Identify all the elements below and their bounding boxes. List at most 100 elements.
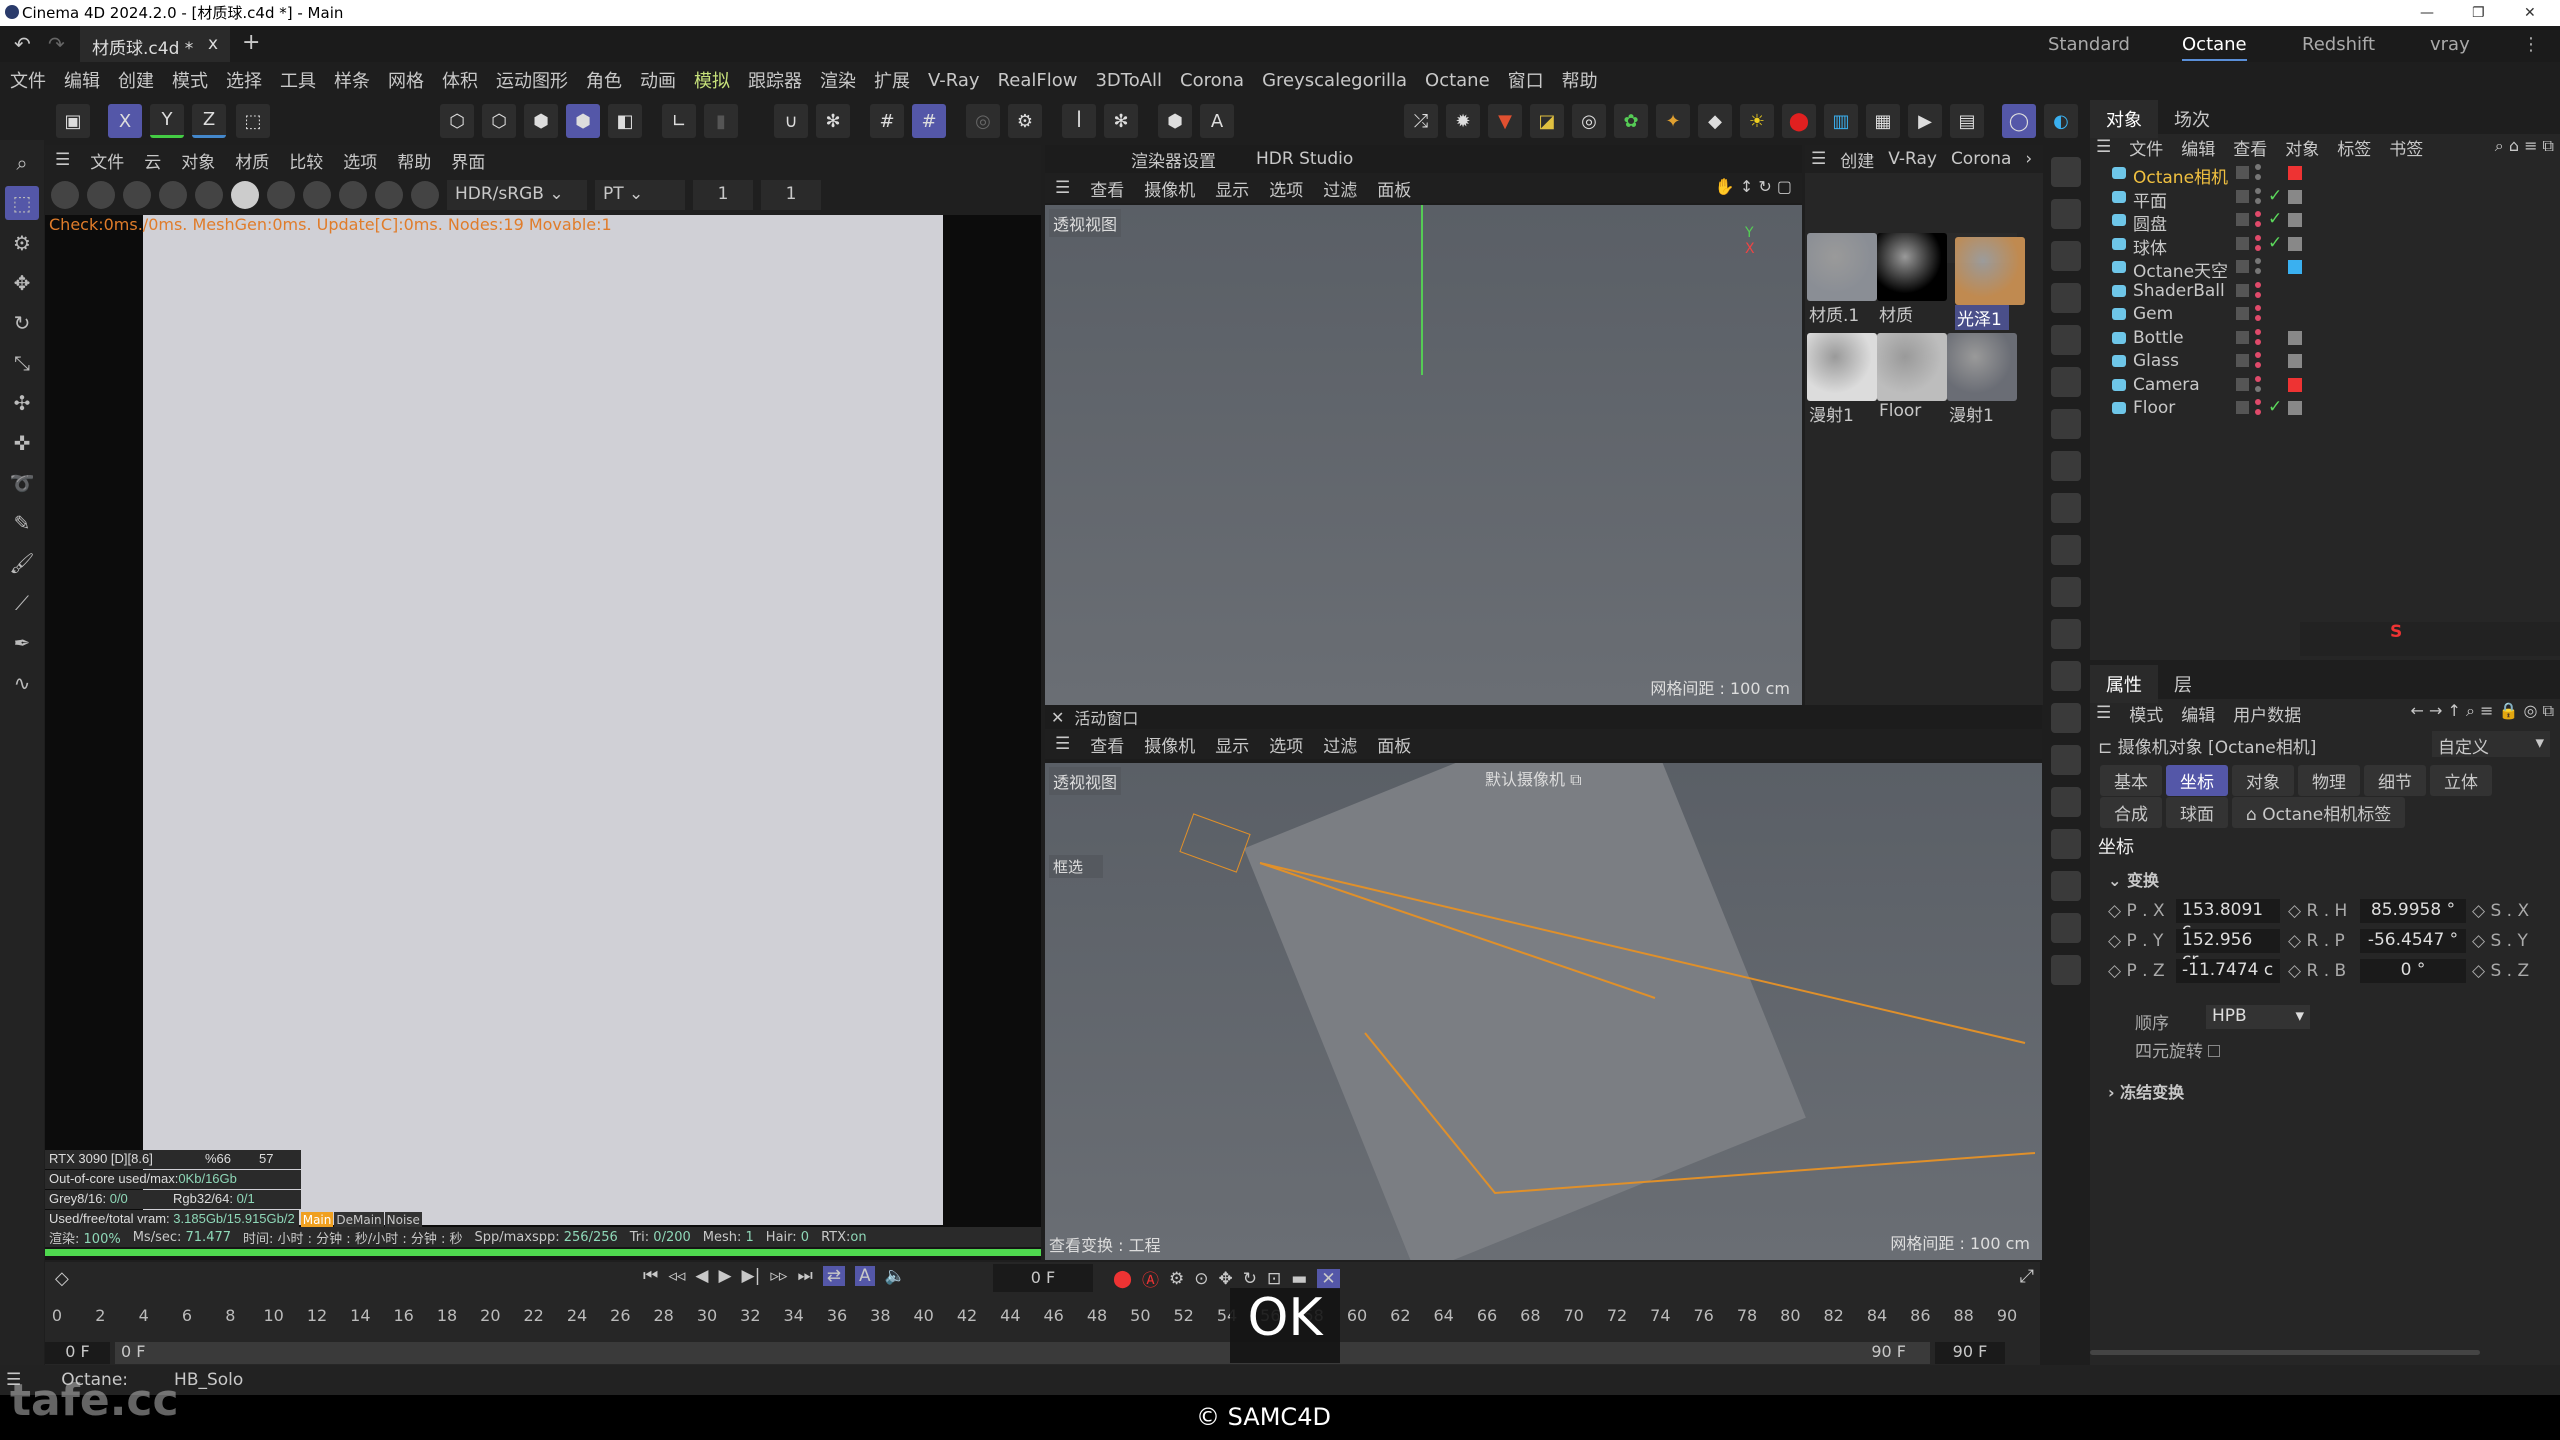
- close-icon[interactable]: ✕: [1051, 708, 1064, 727]
- tag-icon[interactable]: [2288, 354, 2302, 368]
- menu-item[interactable]: 查看: [1090, 176, 1124, 201]
- object-row[interactable]: 球体 ✓: [2090, 233, 2560, 259]
- menu-item[interactable]: 显示: [1215, 176, 1249, 201]
- visibility-dots[interactable]: [2255, 352, 2261, 370]
- sun-icon[interactable]: ☀: [1740, 104, 1774, 138]
- menu-1[interactable]: 编辑: [64, 67, 100, 93]
- menu-icon[interactable]: ☰: [2096, 703, 2111, 723]
- settings-icon[interactable]: [195, 181, 223, 209]
- bottom-viewport[interactable]: 透视视图 默认摄像机 ⧉ 框选 查看变换 : 工程 网格间距 : 100 cm: [1045, 763, 2042, 1260]
- material-swatch[interactable]: Floor: [1877, 333, 1947, 421]
- octane-object-icon[interactable]: [2051, 157, 2081, 187]
- menu-item[interactable]: 选项: [343, 148, 377, 173]
- menu-item[interactable]: 标签: [2337, 135, 2371, 160]
- layer-icon[interactable]: [2236, 283, 2249, 297]
- axis-mode-icon[interactable]: ∟: [662, 104, 696, 138]
- tag-icon[interactable]: [2288, 260, 2302, 274]
- menu-icon[interactable]: ☰: [1055, 178, 1070, 198]
- material-swatch[interactable]: 漫射1: [1947, 333, 2017, 426]
- texture-icon[interactable]: [2051, 619, 2081, 649]
- undo-icon[interactable]: ↶: [14, 32, 31, 56]
- scale-icon[interactable]: ⤡: [5, 346, 39, 380]
- object-row[interactable]: 平面 ✓: [2090, 186, 2560, 212]
- camera-icon[interactable]: [2051, 325, 2081, 355]
- menu-18[interactable]: 3DToAll: [1095, 70, 1162, 91]
- clapboard-icon[interactable]: ▣: [56, 104, 90, 138]
- menu-5[interactable]: 工具: [280, 67, 316, 93]
- lock-icon[interactable]: [231, 181, 259, 209]
- tab-objects[interactable]: 对象: [2090, 100, 2158, 138]
- menu-item[interactable]: 用户数据: [2233, 701, 2301, 726]
- menu-item[interactable]: 云: [144, 148, 161, 173]
- layer-icon[interactable]: [2236, 354, 2249, 367]
- viewport-nav-icons[interactable]: ✋ ↕ ↻ ▢: [1715, 177, 1792, 196]
- cube-view-icon[interactable]: [2051, 451, 2081, 481]
- new-tab-button[interactable]: +: [242, 30, 260, 55]
- layout-standard[interactable]: Standard: [2048, 34, 2130, 55]
- layer-icon[interactable]: [2236, 307, 2249, 320]
- layer-icon[interactable]: [2236, 401, 2249, 414]
- menu-item[interactable]: 编辑: [2181, 135, 2215, 160]
- pause-icon[interactable]: [123, 181, 151, 209]
- visibility-dots[interactable]: [2255, 375, 2261, 394]
- grid-lock-icon[interactable]: #: [912, 104, 946, 138]
- object-row[interactable]: Camera: [2090, 374, 2560, 397]
- cube-icon[interactable]: [2051, 493, 2081, 523]
- menu-3[interactable]: 模式: [172, 67, 208, 93]
- object-row[interactable]: Gem: [2090, 303, 2560, 326]
- menu-15[interactable]: 扩展: [874, 67, 910, 93]
- menu-9[interactable]: 运动图形: [496, 67, 568, 93]
- transform-icon[interactable]: ✣: [5, 386, 39, 420]
- enabled-check-icon[interactable]: ✓: [2268, 186, 2282, 206]
- visibility-dots[interactable]: [2255, 399, 2261, 417]
- layer-icon[interactable]: [2236, 189, 2249, 203]
- start-frame-field[interactable]: 0 F: [45, 1342, 110, 1364]
- light-icon[interactable]: ◆: [1698, 104, 1732, 138]
- object-row[interactable]: Glass: [2090, 350, 2560, 373]
- visibility-dots[interactable]: [2255, 328, 2261, 347]
- menu-item[interactable]: 过滤: [1323, 732, 1357, 757]
- gear-icon[interactable]: [2051, 661, 2081, 691]
- mesh-icon[interactable]: [2051, 745, 2081, 775]
- attribute-tab[interactable]: 球面: [2166, 797, 2228, 828]
- tag-icon[interactable]: [2288, 213, 2302, 227]
- layer-icon[interactable]: [2236, 213, 2249, 226]
- menu-11[interactable]: 动画: [640, 67, 676, 93]
- sync-icon[interactable]: [2051, 241, 2081, 271]
- edges-mode-icon[interactable]: ⬡: [482, 104, 516, 138]
- sun-icon[interactable]: [2051, 913, 2081, 943]
- menu-23[interactable]: 帮助: [1562, 67, 1598, 93]
- swap-icon[interactable]: [2051, 367, 2081, 397]
- menu-10[interactable]: 角色: [586, 67, 622, 93]
- tag-icon[interactable]: [2288, 401, 2302, 415]
- move-icon[interactable]: ✥: [5, 266, 39, 300]
- attribute-tab[interactable]: 细节: [2364, 765, 2426, 796]
- tag-icon[interactable]: [2288, 166, 2302, 180]
- menu-0[interactable]: 文件: [10, 67, 46, 93]
- menu-22[interactable]: 窗口: [1508, 67, 1544, 93]
- magnet-icon[interactable]: ∪: [774, 104, 808, 138]
- paint-icon[interactable]: 🖌: [5, 546, 39, 580]
- menu-item[interactable]: 面板: [1377, 176, 1411, 201]
- menu-8[interactable]: 体积: [442, 67, 478, 93]
- film-icon[interactable]: [339, 181, 367, 209]
- add-icon[interactable]: [303, 181, 331, 209]
- attribute-tab[interactable]: 基本: [2100, 765, 2162, 796]
- visibility-dots[interactable]: [2255, 211, 2261, 229]
- py-field[interactable]: 152.956 cr: [2176, 929, 2280, 970]
- visibility-dots[interactable]: [2255, 305, 2261, 323]
- sphere-icon[interactable]: [267, 181, 295, 209]
- globe-icon[interactable]: [2051, 829, 2081, 859]
- menu-item[interactable]: 面板: [1377, 732, 1411, 757]
- tab-layers[interactable]: 层: [2158, 665, 2208, 703]
- target-icon[interactable]: ◎: [1572, 104, 1606, 138]
- layer-icon[interactable]: [2236, 166, 2249, 179]
- menu-item[interactable]: 摄像机: [1144, 732, 1195, 757]
- menu-item[interactable]: 过滤: [1323, 176, 1357, 201]
- live-db-icon[interactable]: [2051, 283, 2081, 313]
- menu-2[interactable]: 创建: [118, 67, 154, 93]
- model-mode-icon[interactable]: ⬢: [566, 104, 600, 138]
- material-swatch[interactable]: 材质.1: [1807, 233, 1877, 326]
- menu-icon[interactable]: ☰: [2096, 137, 2111, 157]
- select-settings-icon[interactable]: ⚙: [5, 226, 39, 260]
